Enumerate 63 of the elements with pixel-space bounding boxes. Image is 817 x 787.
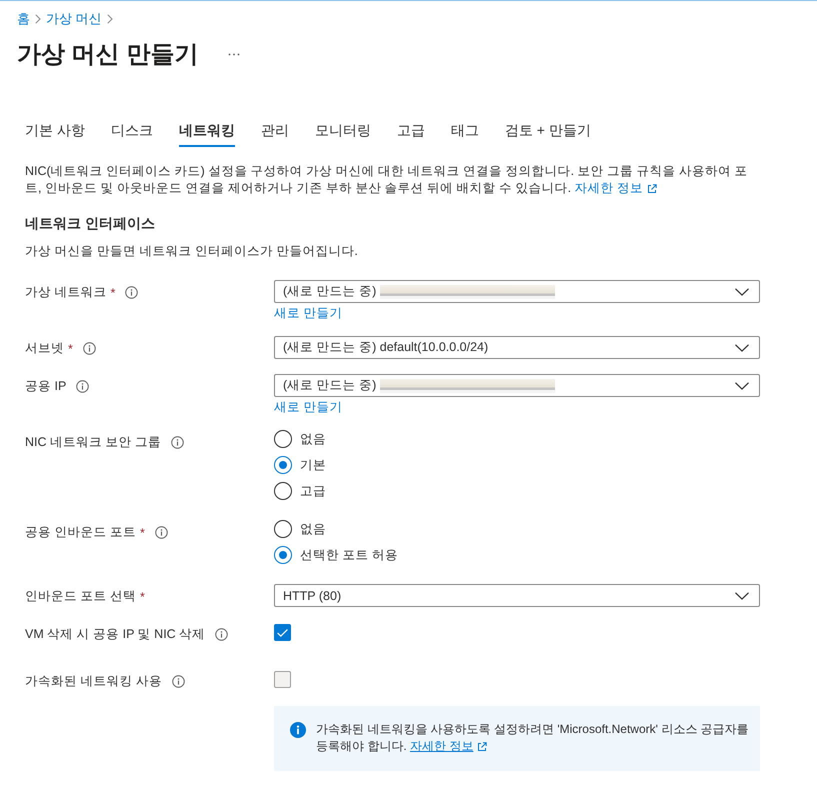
description-text: NIC(네트워크 인터페이스 카드) 설정을 구성하여 가상 머신에 대한 네트워크 연결을 정의합니다. 보안 그룹 규칙을 사용하여 포트, 인바운드 및 아웃바운드 연결을 제어하거나 기존 부하 분산 솔루션 뒤에 배치할 수 있습니다. 자세한 정보 bbox=[25, 163, 748, 197]
info-message-text: 가속화된 네트워킹을 사용하도록 설정하려면 'Microsoft.Network' 리소스 공급자를 등록해야 합니다. 자세한 정보 bbox=[316, 721, 750, 755]
dropdown[interactable]: HTTP (80) bbox=[274, 584, 760, 607]
field-label: 가상 네트워크 bbox=[25, 284, 106, 301]
page-title: 가상 머신 만들기 bbox=[17, 40, 198, 70]
info-icon[interactable] bbox=[82, 342, 96, 355]
chevron-down-icon bbox=[735, 382, 749, 390]
required-mark: * bbox=[110, 286, 116, 300]
create-new-link[interactable]: 새로 만들기 bbox=[274, 305, 342, 321]
radio-label: 선택한 포트 허용 bbox=[300, 546, 398, 564]
info-icon[interactable] bbox=[170, 436, 184, 449]
chevron-down-icon bbox=[735, 288, 749, 296]
tab[interactable]: 기본 사항 bbox=[25, 121, 85, 147]
tab[interactable]: 검토 + 만들기 bbox=[504, 121, 591, 147]
radio-button[interactable] bbox=[274, 482, 292, 500]
more-icon bbox=[228, 52, 240, 56]
learn-more-link[interactable]: 자세한 정보 bbox=[410, 738, 488, 755]
chevron-right-icon bbox=[106, 14, 113, 24]
field-label: 공용 인바운드 포트 bbox=[25, 524, 136, 541]
dropdown[interactable]: (새로 만드는 중) bbox=[274, 374, 760, 397]
dropdown[interactable]: (새로 만드는 중) bbox=[274, 280, 760, 303]
external-link-icon bbox=[477, 742, 488, 752]
dropdown[interactable]: (새로 만드는 중) default(10.0.0.0/24) bbox=[274, 336, 760, 359]
checkbox[interactable] bbox=[274, 624, 291, 641]
section-title: 네트워크 인터페이스 bbox=[25, 215, 156, 233]
tab[interactable]: 태그 bbox=[450, 121, 479, 147]
info-icon[interactable] bbox=[215, 628, 228, 641]
required-mark: * bbox=[68, 342, 73, 356]
field-label: 인바운드 포트 선택 bbox=[25, 588, 136, 605]
radio-label: 없음 bbox=[300, 520, 326, 538]
tab[interactable]: 네트워킹 bbox=[178, 121, 235, 147]
field-label: 가속화된 네트워킹 사용 bbox=[25, 673, 162, 690]
radio-label: 기본 bbox=[300, 456, 326, 474]
field-label: 공용 IP bbox=[25, 378, 66, 395]
tab[interactable]: 관리 bbox=[260, 121, 289, 147]
breadcrumb-link[interactable]: 홈 bbox=[17, 10, 30, 28]
chevron-right-icon bbox=[35, 14, 41, 24]
required-mark: * bbox=[140, 590, 145, 604]
create-new-link[interactable]: 새로 만들기 bbox=[274, 399, 342, 415]
field-label: VM 삭제 시 공용 IP 및 NIC 삭제 bbox=[25, 626, 206, 643]
radio-button[interactable] bbox=[274, 430, 292, 448]
radio-label: 없음 bbox=[300, 430, 326, 448]
radio-label: 고급 bbox=[300, 482, 326, 500]
required-mark: * bbox=[140, 526, 145, 540]
info-icon[interactable] bbox=[76, 380, 90, 393]
radio-button[interactable] bbox=[274, 520, 292, 538]
chevron-down-icon bbox=[735, 592, 749, 600]
info-icon bbox=[290, 722, 306, 738]
info-icon[interactable] bbox=[125, 286, 138, 299]
checkmark-icon bbox=[277, 628, 288, 636]
breadcrumb-link[interactable]: 가상 머신 bbox=[46, 10, 102, 28]
tab[interactable]: 모니터링 bbox=[314, 121, 371, 147]
learn-more-link[interactable]: 자세한 정보 bbox=[574, 180, 658, 197]
tab[interactable]: 디스크 bbox=[110, 121, 153, 147]
info-icon[interactable] bbox=[154, 526, 168, 539]
field-label: 서브넷 bbox=[25, 340, 64, 357]
external-link-icon bbox=[647, 184, 658, 194]
tab[interactable]: 고급 bbox=[396, 121, 425, 147]
radio-button[interactable] bbox=[274, 456, 292, 474]
radio-button[interactable] bbox=[274, 546, 292, 564]
chevron-down-icon bbox=[735, 344, 749, 352]
section-subtitle: 가상 머신을 만들면 네트워크 인터페이스가 만들어집니다. bbox=[25, 243, 359, 260]
field-label: NIC 네트워크 보안 그룹 bbox=[25, 434, 161, 451]
